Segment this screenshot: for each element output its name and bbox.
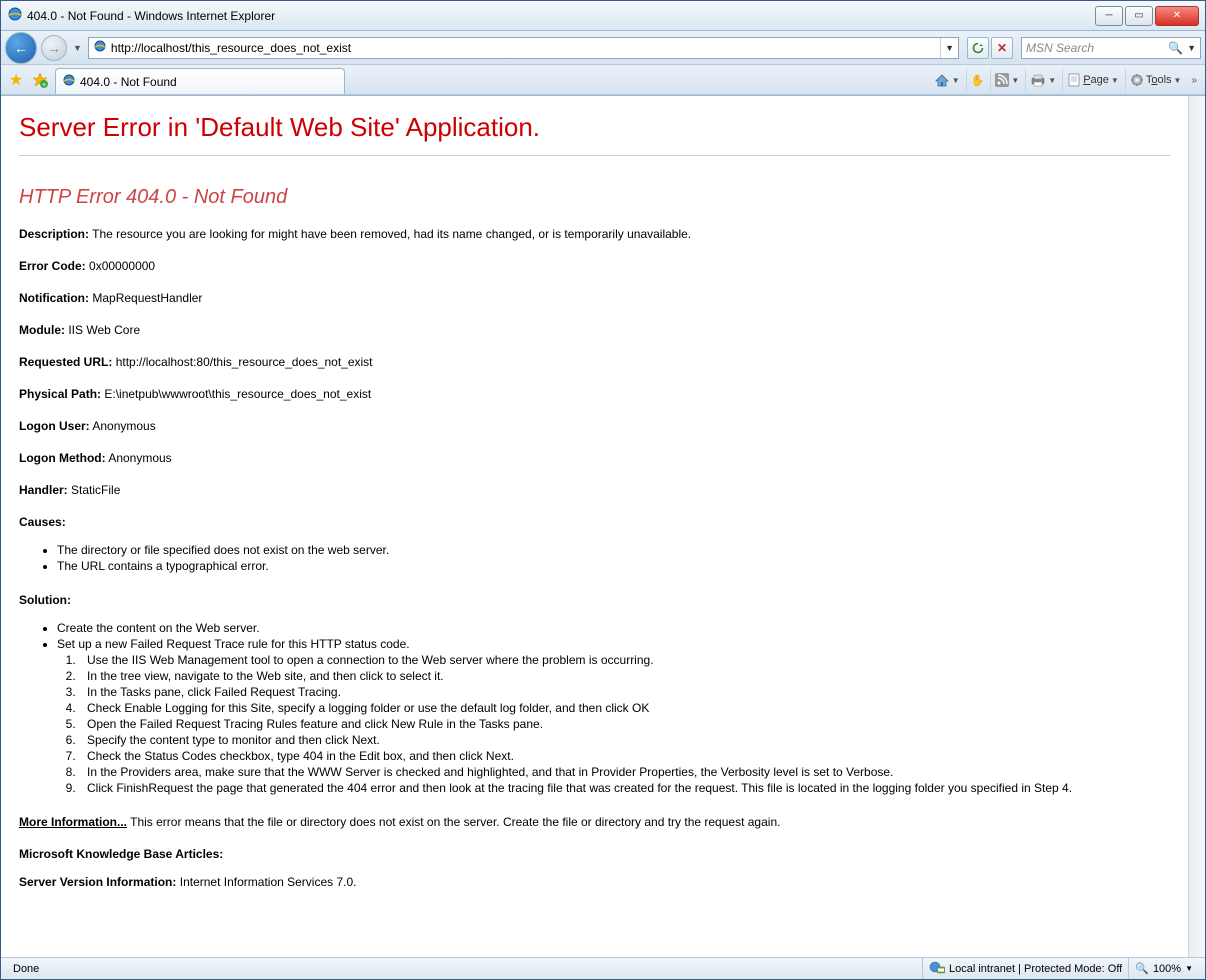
- field-module: Module: IIS Web Core: [19, 323, 1170, 337]
- chevron-down-icon: ▼: [1185, 964, 1193, 973]
- list-item: Open the Failed Request Tracing Rules fe…: [79, 717, 1170, 731]
- command-bar: ▼ ✋ ▼ ▼ Page ▼ Tools ▼ »: [930, 69, 1201, 91]
- list-item: In the tree view, navigate to the Web si…: [79, 669, 1170, 683]
- list-item: Use the IIS Web Management tool to open …: [79, 653, 1170, 667]
- list-item: Check the Status Codes checkbox, type 40…: [79, 749, 1170, 763]
- ie-icon: [7, 6, 23, 25]
- status-zone[interactable]: Local intranet | Protected Mode: Off: [922, 958, 1128, 979]
- tab-bar: ★ + 404.0 - Not Found ▼ ✋ ▼: [1, 65, 1205, 95]
- causes-heading: Causes:: [19, 515, 1170, 529]
- more-information-link[interactable]: More Information...: [19, 815, 127, 829]
- chevron-down-icon: ▼: [1174, 76, 1182, 85]
- status-zoom[interactable]: 🔍 100% ▼: [1128, 958, 1199, 979]
- page-menu-button[interactable]: Page ▼: [1062, 69, 1123, 91]
- search-box[interactable]: MSN Search 🔍 ▼: [1021, 37, 1201, 59]
- home-button[interactable]: ▼: [930, 69, 964, 91]
- status-text: Done: [7, 958, 922, 979]
- nav-bar: ← → ▼ ▼ ✕ MSN Search 🔍 ▼: [1, 31, 1205, 65]
- page-menu-label: Page: [1083, 74, 1109, 86]
- zoom-icon: 🔍: [1135, 962, 1149, 975]
- field-error-code: Error Code: 0x00000000: [19, 259, 1170, 273]
- search-icon[interactable]: 🔍: [1168, 41, 1183, 55]
- window-title: 404.0 - Not Found - Windows Internet Exp…: [27, 9, 1095, 23]
- nav-history-dropdown[interactable]: ▼: [71, 43, 84, 53]
- solution-list: Create the content on the Web server. Se…: [19, 621, 1170, 651]
- page-favicon-icon: [93, 39, 107, 56]
- list-item: Click FinishRequest the page that genera…: [79, 781, 1170, 795]
- field-logon-user: Logon User: Anonymous: [19, 419, 1170, 433]
- tab-active[interactable]: 404.0 - Not Found: [55, 68, 345, 94]
- chevron-down-icon: ▼: [952, 76, 960, 85]
- address-dropdown[interactable]: ▼: [940, 38, 958, 58]
- back-button[interactable]: ←: [5, 32, 37, 64]
- status-bar: Done Local intranet | Protected Mode: Of…: [1, 957, 1205, 979]
- list-item: Check Enable Logging for this Site, spec…: [79, 701, 1170, 715]
- chevron-down-icon: ▼: [1048, 76, 1056, 85]
- close-button[interactable]: ✕: [1155, 6, 1199, 26]
- solution-heading: Solution:: [19, 593, 1170, 607]
- tab-favicon-icon: [62, 73, 76, 90]
- stop-button[interactable]: ✕: [991, 37, 1013, 59]
- forward-button[interactable]: →: [41, 35, 67, 61]
- list-item: In the Providers area, make sure that th…: [79, 765, 1170, 779]
- svg-text:+: +: [42, 82, 46, 89]
- tools-menu-label: Tools: [1146, 74, 1172, 86]
- more-information: More Information... This error means tha…: [19, 815, 1170, 829]
- maximize-button[interactable]: ▭: [1125, 6, 1153, 26]
- list-item: In the Tasks pane, click Failed Request …: [79, 685, 1170, 699]
- tab-title: 404.0 - Not Found: [80, 75, 177, 89]
- tools-menu-button[interactable]: Tools ▼: [1125, 69, 1186, 91]
- hand-icon: ✋: [971, 74, 985, 87]
- server-version-info: Server Version Information: Internet Inf…: [19, 875, 1170, 889]
- address-bar[interactable]: ▼: [88, 37, 959, 59]
- titlebar: 404.0 - Not Found - Windows Internet Exp…: [1, 1, 1205, 31]
- zone-icon: [929, 960, 945, 977]
- solution-steps: Use the IIS Web Management tool to open …: [19, 653, 1170, 795]
- address-input[interactable]: [111, 41, 940, 55]
- chevron-down-icon: ▼: [1011, 76, 1019, 85]
- causes-list: The directory or file specified does not…: [19, 543, 1170, 573]
- print-button[interactable]: ▼: [1025, 69, 1060, 91]
- list-item: The directory or file specified does not…: [57, 543, 1170, 557]
- chevron-down-icon: ▼: [1111, 76, 1119, 85]
- kb-heading: Microsoft Knowledge Base Articles:: [19, 847, 1170, 861]
- field-handler: Handler: StaticFile: [19, 483, 1170, 497]
- refresh-button[interactable]: [967, 37, 989, 59]
- field-physical-path: Physical Path: E:\inetpub\wwwroot\this_r…: [19, 387, 1170, 401]
- field-requested-url: Requested URL: http://localhost:80/this_…: [19, 355, 1170, 369]
- server-error-heading: Server Error in 'Default Web Site' Appli…: [19, 112, 1170, 143]
- search-placeholder: MSN Search: [1026, 41, 1094, 55]
- field-description: Description: The resource you are lookin…: [19, 227, 1170, 241]
- feeds-button[interactable]: ▼: [990, 69, 1023, 91]
- scrollbar-vertical[interactable]: [1188, 96, 1205, 957]
- field-logon-method: Logon Method: Anonymous: [19, 451, 1170, 465]
- minimize-button[interactable]: ─: [1095, 6, 1123, 26]
- field-notification: Notification: MapRequestHandler: [19, 291, 1170, 305]
- list-item: Create the content on the Web server.: [57, 621, 1170, 635]
- list-item: Specify the content type to monitor and …: [79, 733, 1170, 747]
- list-item: The URL contains a typographical error.: [57, 559, 1170, 573]
- page-content: Server Error in 'Default Web Site' Appli…: [1, 96, 1188, 957]
- hand-button[interactable]: ✋: [966, 69, 989, 91]
- favorites-center-button[interactable]: ★: [5, 69, 27, 91]
- add-to-favorites-button[interactable]: +: [29, 69, 51, 91]
- search-provider-dropdown[interactable]: ▼: [1183, 43, 1196, 53]
- command-bar-overflow[interactable]: »: [1187, 75, 1201, 86]
- http-error-heading: HTTP Error 404.0 - Not Found: [19, 186, 1170, 209]
- list-item: Set up a new Failed Request Trace rule f…: [57, 637, 1170, 651]
